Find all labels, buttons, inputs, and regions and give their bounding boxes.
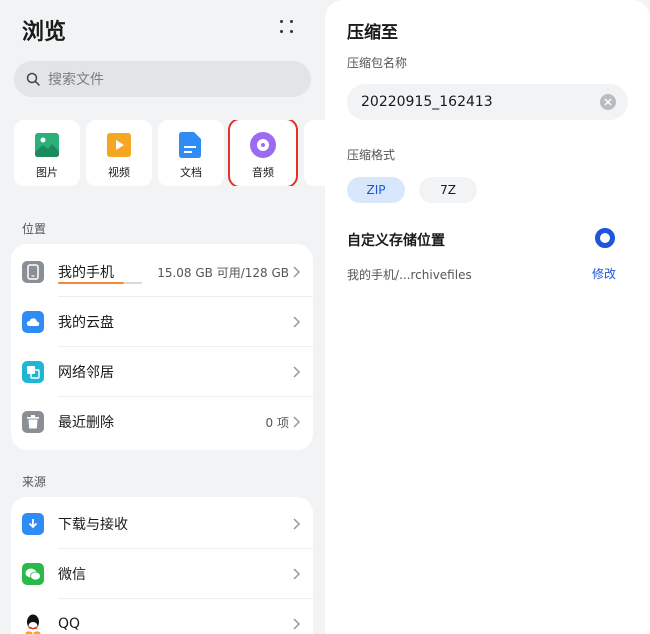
- modify-path-link[interactable]: 修改: [592, 265, 616, 282]
- source-label: 下载与接收: [58, 517, 128, 533]
- trash-icon: [22, 411, 44, 433]
- wechat-icon: [22, 563, 44, 585]
- search-icon: [26, 72, 40, 86]
- archive-name-label: 压缩包名称: [347, 56, 408, 70]
- clear-icon[interactable]: [600, 94, 616, 110]
- chevron-right-icon: [293, 416, 301, 428]
- archive-name-field[interactable]: [347, 84, 628, 120]
- dialog-title: 压缩至: [347, 23, 398, 43]
- search-placeholder: 搜索文件: [48, 72, 104, 88]
- source-card: 下载与接收 微信 QQ: [11, 497, 313, 634]
- category-label: 视频: [108, 166, 130, 179]
- document-icon: [179, 132, 201, 158]
- location-label: 我的云盘: [58, 315, 114, 331]
- archive-name-input[interactable]: [361, 94, 591, 110]
- source-label: QQ: [58, 616, 81, 632]
- phone-icon: [22, 261, 44, 283]
- custom-location-title: 自定义存储位置: [347, 233, 445, 249]
- network-icon: [22, 361, 44, 383]
- page-title: 浏览: [22, 20, 67, 45]
- custom-location-radio[interactable]: [595, 228, 615, 248]
- location-label: 网络邻居: [58, 365, 114, 381]
- category-more[interactable]: [304, 120, 325, 186]
- image-icon: [35, 133, 59, 157]
- compress-dialog: 压缩至 压缩包名称 压缩格式 ZIP 7Z 自定义存储位置 我的手机/...rc…: [325, 0, 650, 634]
- video-icon: [107, 133, 131, 157]
- download-icon: [22, 513, 44, 535]
- chevron-right-icon: [293, 266, 301, 278]
- source-item-wechat[interactable]: 微信: [11, 549, 313, 599]
- search-input[interactable]: 搜索文件: [14, 61, 311, 97]
- category-documents[interactable]: 文档: [158, 120, 224, 186]
- category-label: 音频: [252, 166, 274, 179]
- category-videos[interactable]: 视频: [86, 120, 152, 186]
- source-item-qq[interactable]: QQ: [11, 599, 313, 634]
- category-audio[interactable]: 音频: [228, 120, 298, 186]
- more-options-icon[interactable]: [277, 17, 297, 37]
- location-item-network[interactable]: 网络邻居: [11, 347, 313, 397]
- category-label: 文档: [180, 166, 202, 179]
- storage-free-bar: [124, 282, 142, 284]
- chevron-right-icon: [293, 618, 301, 630]
- category-images[interactable]: 图片: [14, 120, 80, 186]
- source-item-downloads[interactable]: 下载与接收: [11, 499, 313, 549]
- category-row: 图片 视频 文档 音频: [14, 120, 325, 186]
- location-label: 最近删除: [58, 415, 114, 431]
- storage-value: 15.08 GB 可用/128 GB: [157, 265, 289, 280]
- source-label: 微信: [58, 567, 86, 583]
- section-label-source: 来源: [22, 475, 47, 489]
- location-card: 我的手机 15.08 GB 可用/128 GB 我的云盘 网络邻居 最近删除 0…: [11, 244, 313, 450]
- format-label: 压缩格式: [347, 148, 396, 162]
- location-item-cloud-drive[interactable]: 我的云盘: [11, 297, 313, 347]
- location-item-my-phone[interactable]: 我的手机 15.08 GB 可用/128 GB: [11, 247, 313, 297]
- cloud-drive-icon: [22, 311, 44, 333]
- location-item-recently-deleted[interactable]: 最近删除 0 项: [11, 397, 313, 447]
- chevron-right-icon: [293, 366, 301, 378]
- category-label: 图片: [36, 166, 58, 179]
- deleted-count: 0 项: [265, 415, 289, 430]
- section-label-location: 位置: [22, 222, 47, 236]
- format-option-zip[interactable]: ZIP: [347, 177, 405, 203]
- audio-icon: [250, 132, 276, 158]
- qq-icon: [22, 613, 44, 634]
- browse-pane: 浏览 搜索文件 图片 视频 文档 音频 位置 我的手机 15.08 GB 可用/…: [0, 0, 325, 634]
- chevron-right-icon: [293, 568, 301, 580]
- storage-path: 我的手机/...rchivefiles: [347, 268, 472, 282]
- chevron-right-icon: [293, 518, 301, 530]
- location-label: 我的手机: [58, 265, 114, 281]
- format-option-7z[interactable]: 7Z: [419, 177, 477, 203]
- storage-usage-bar: [58, 282, 124, 284]
- chevron-right-icon: [293, 316, 301, 328]
